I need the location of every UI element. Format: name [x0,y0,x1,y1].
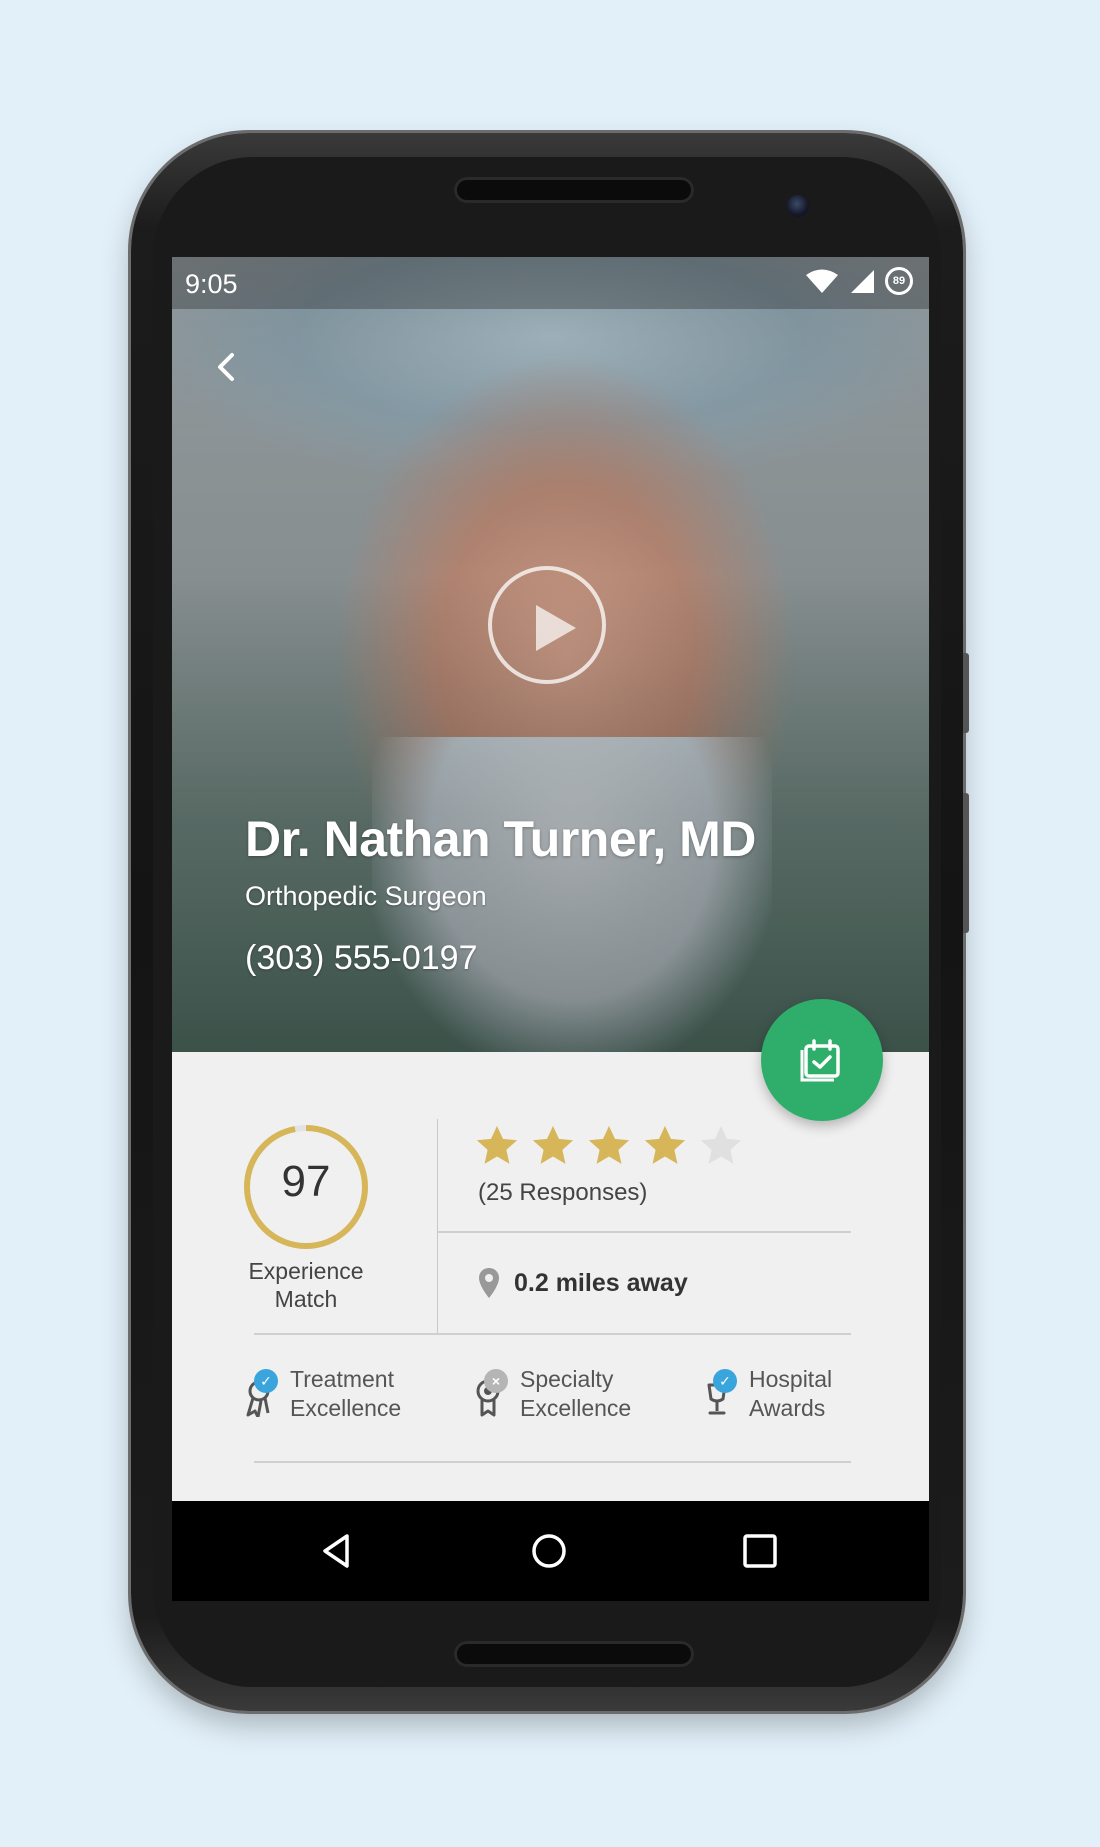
x-badge-icon: × [484,1369,508,1393]
app-screen: 9:05 89 Dr. Nathan Turner, MD Orthopedic… [172,257,929,1501]
bottom-speaker [454,1641,694,1667]
experience-match-label: Experience Match [248,1258,364,1312]
star-filled-icon [588,1125,630,1164]
star-empty-icon [700,1125,742,1164]
location-pin-icon [479,1268,499,1298]
status-bar: 9:05 89 [172,257,929,309]
distance-text: 0.2 miles away [514,1268,688,1297]
nav-home-icon[interactable] [529,1531,569,1571]
check-badge-icon: ✓ [254,1369,278,1393]
back-button[interactable] [206,345,250,389]
star-filled-icon [644,1125,686,1164]
volume-button [963,653,969,733]
status-time: 9:05 [185,269,238,299]
rating-divider [438,1231,851,1233]
check-badge-icon: ✓ [713,1369,737,1393]
doctor-phone[interactable]: (303) 555-0197 [245,939,478,978]
doctor-name: Dr. Nathan Turner, MD [245,811,756,867]
nav-recents-icon[interactable] [740,1531,780,1571]
play-video-button[interactable] [488,566,606,684]
doctor-specialty: Orthopedic Surgeon [245,881,487,911]
battery-icon: 89 [885,267,913,295]
award-hospital-awards[interactable]: ✓ Hospital Awards [703,1365,832,1423]
awards-divider [254,1461,851,1463]
front-camera [787,195,809,217]
distance-row: 0.2 miles away [478,1267,688,1299]
award-treatment-excellence[interactable]: ✓ Treatment Excellence [244,1365,401,1423]
star-filled-icon [476,1125,518,1164]
response-count[interactable]: (25 Responses) [478,1179,647,1207]
top-speaker [454,177,694,203]
wifi-icon [806,269,838,293]
stats-bottom-divider [254,1333,851,1335]
experience-score: 97 [281,1157,331,1206]
cell-signal-icon [851,270,874,293]
power-button [963,793,969,933]
nav-back-icon[interactable] [317,1531,357,1571]
android-nav-bar [172,1501,929,1601]
schedule-appointment-button[interactable] [761,999,883,1121]
star-filled-icon [532,1125,574,1164]
calendar-check-icon [800,1039,840,1082]
award-specialty-excellence[interactable]: × Specialty Excellence [474,1365,631,1423]
stats-divider [437,1119,438,1333]
rating-stars [474,1123,744,1169]
